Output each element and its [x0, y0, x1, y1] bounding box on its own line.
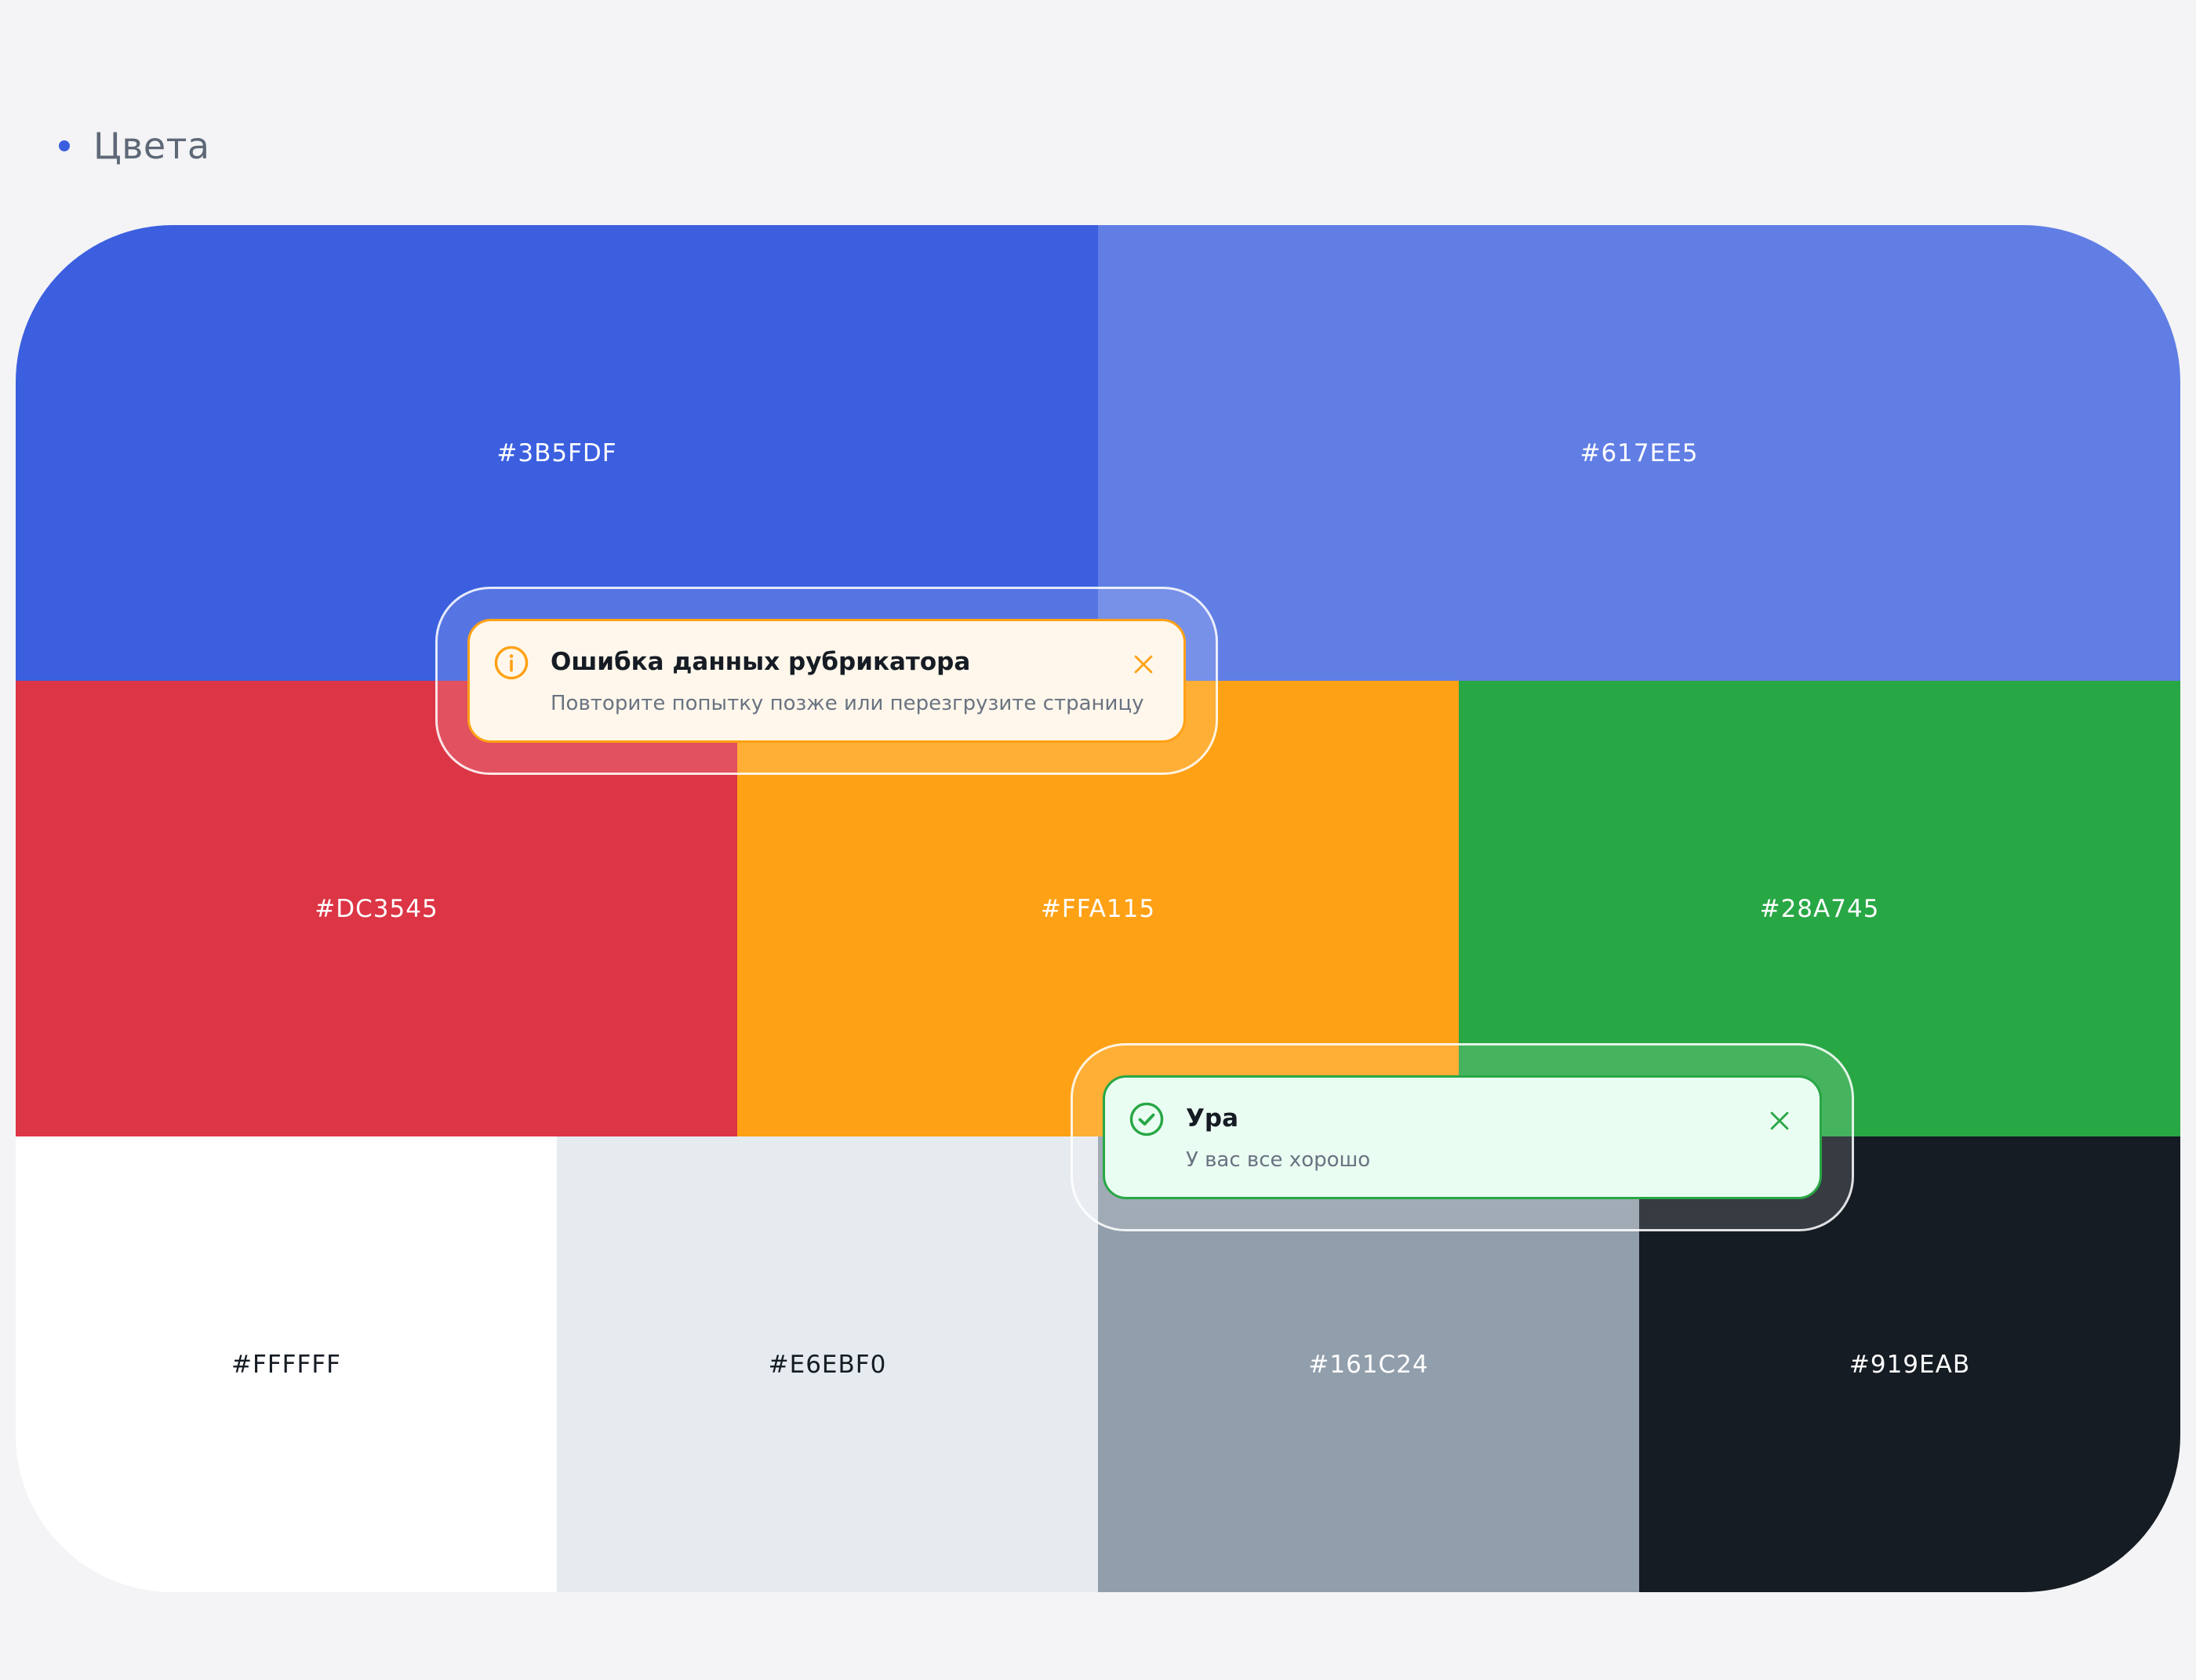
success-toast: Ура У вас все хорошо — [1103, 1075, 1822, 1199]
color-swatch[interactable]: #617EE5 — [1098, 225, 2180, 681]
color-swatch-label: #617EE5 — [1580, 438, 1699, 467]
section-title: Цвета — [93, 125, 210, 167]
color-swatch-label: #3B5FDF — [496, 438, 617, 467]
bullet-dot — [59, 140, 70, 151]
toast-message: У вас все хорошо — [1186, 1148, 1371, 1172]
success-toast-frame: Ура У вас все хорошо — [1071, 1043, 1854, 1231]
color-swatch-label: #DC3545 — [314, 894, 438, 923]
color-swatch-label: #FFFFFF — [231, 1350, 341, 1379]
color-swatch-label: #919EAB — [1849, 1350, 1971, 1379]
toast-message: Повторите попытку позже или перезгрузите… — [551, 692, 1144, 715]
close-icon[interactable] — [1766, 1107, 1793, 1134]
color-palette: #3B5FDF #617EE5 #DC3545 #FFA115 #28A745 … — [16, 225, 2180, 1592]
toast-title: Ошибка данных рубрикатора — [551, 648, 971, 676]
color-swatch-label: #161C24 — [1308, 1350, 1429, 1379]
close-icon[interactable] — [1130, 651, 1157, 678]
color-swatch[interactable]: #E6EBF0 — [557, 1136, 1098, 1592]
check-circle-icon — [1129, 1102, 1164, 1136]
warning-toast: Ошибка данных рубрикатора Повторите попы… — [467, 619, 1186, 743]
toast-title: Ура — [1186, 1104, 1239, 1133]
section-heading: Цвета — [59, 118, 210, 174]
color-swatch-label: #E6EBF0 — [768, 1350, 887, 1379]
color-swatch-label: #FFA115 — [1040, 894, 1156, 923]
warning-toast-frame: Ошибка данных рубрикатора Повторите попы… — [435, 587, 1218, 775]
info-circle-icon — [494, 645, 529, 680]
color-swatch-label: #28A745 — [1759, 894, 1880, 923]
color-swatch[interactable]: #FFFFFF — [16, 1136, 557, 1592]
